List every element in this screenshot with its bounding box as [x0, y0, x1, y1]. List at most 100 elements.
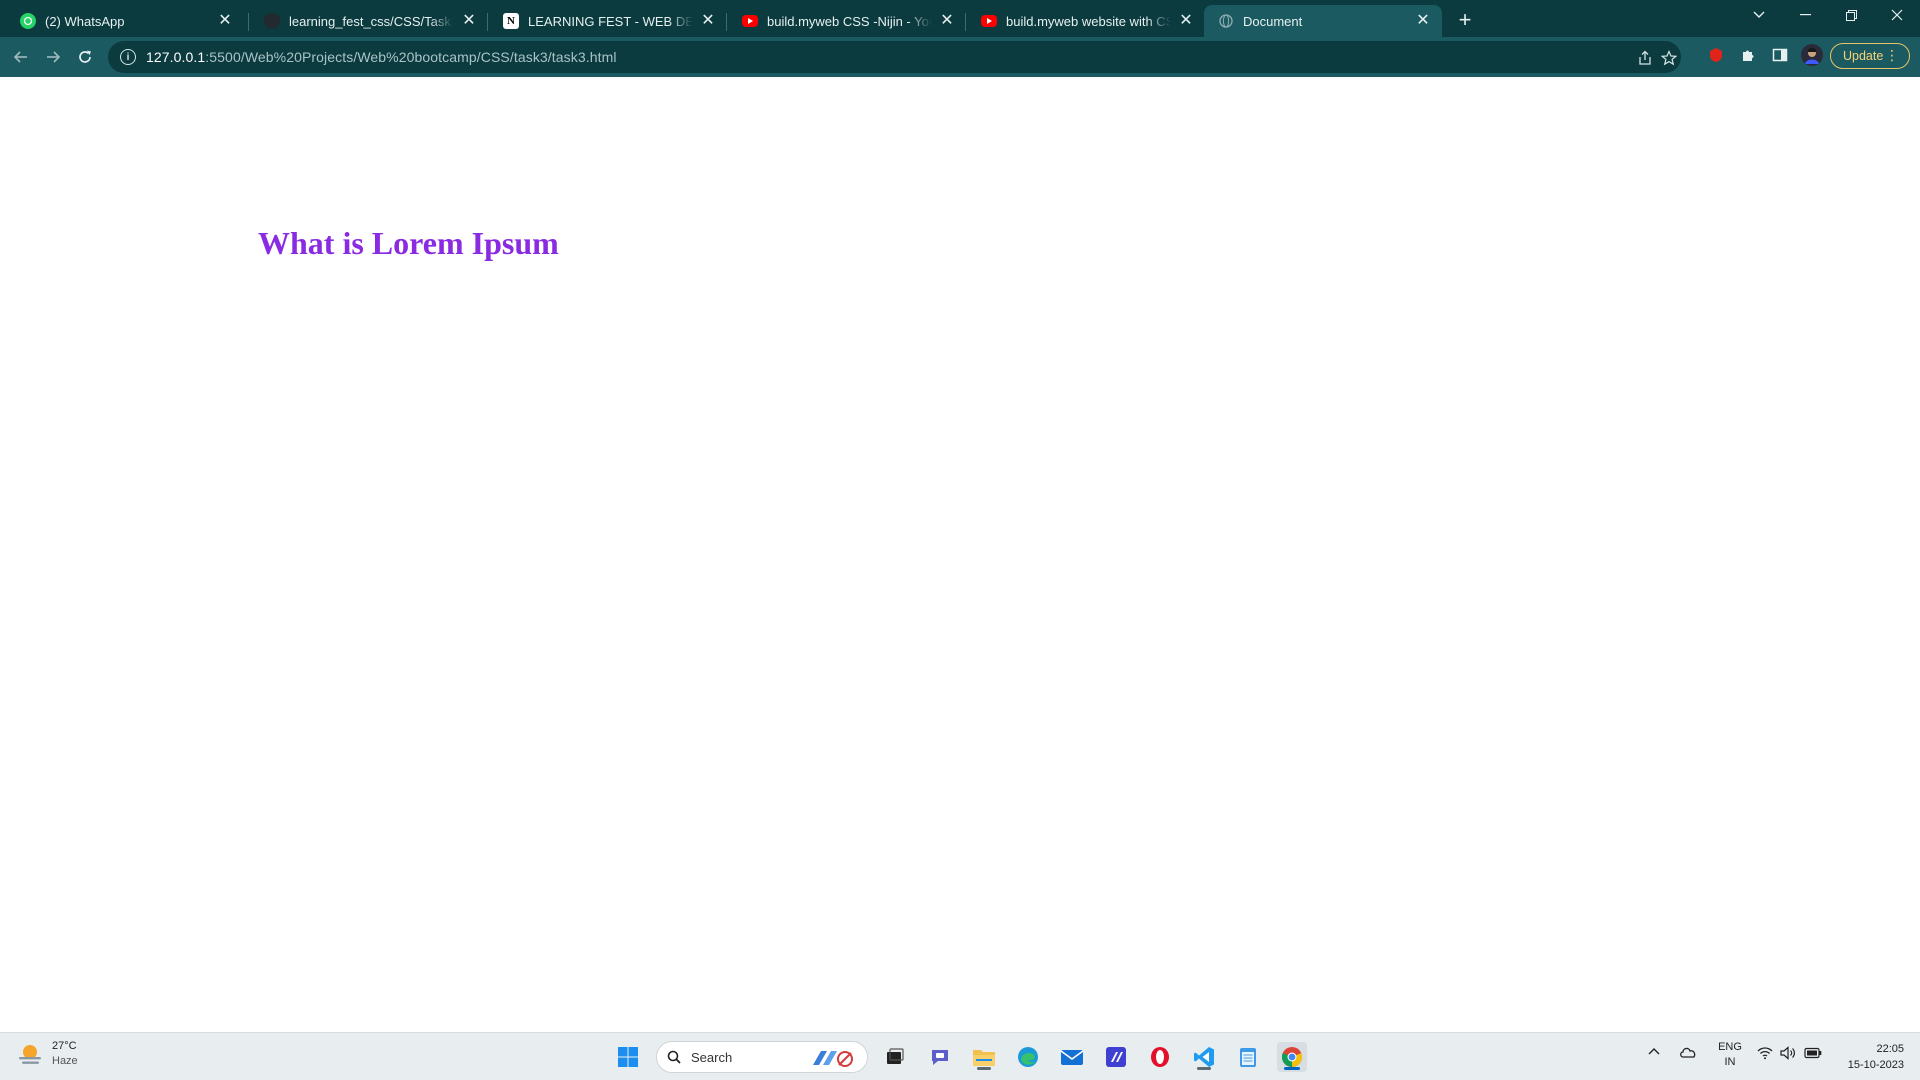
tab-divider [487, 13, 488, 31]
tab-notion[interactable]: N LEARNING FEST - WEB DEVELOP ✕ [489, 5, 727, 37]
forward-button[interactable] [40, 44, 66, 70]
search-icon [667, 1050, 681, 1064]
extensions-puzzle-icon[interactable] [1738, 45, 1758, 65]
tab-title: Document [1243, 13, 1303, 29]
close-tab-icon[interactable]: ✕ [938, 12, 956, 30]
battery-icon[interactable] [1804, 1047, 1822, 1062]
arrow-left-icon [13, 51, 27, 63]
teams-chat-button[interactable] [925, 1042, 955, 1072]
youtube-icon [981, 15, 997, 27]
tab-title: (2) WhatsApp [45, 13, 125, 29]
notepad-button[interactable] [1233, 1042, 1263, 1072]
chevron-up-icon [1648, 1048, 1660, 1055]
whatsapp-icon [20, 13, 36, 29]
search-placeholder: Search [691, 1049, 733, 1065]
vscode-icon [1194, 1047, 1214, 1067]
url-host: 127.0.0.1 [146, 49, 206, 65]
windows-start-button[interactable] [613, 1042, 643, 1072]
running-indicator [977, 1067, 991, 1070]
chrome-icon [1281, 1047, 1303, 1067]
vscode-button[interactable] [1189, 1042, 1219, 1072]
active-app-indicator [1284, 1067, 1300, 1070]
more-menu-icon[interactable]: ⋮ [1885, 48, 1899, 62]
tab-document[interactable]: Document ✕ [1204, 5, 1442, 37]
edge-button[interactable] [1013, 1042, 1043, 1072]
language-indicator[interactable]: ENG IN [1716, 1040, 1744, 1070]
visual-studio-button[interactable] [1101, 1042, 1131, 1072]
close-icon [1891, 9, 1903, 21]
browser-toolbar: i 127.0.0.1:5500/Web%20Projects/Web%20bo… [0, 37, 1920, 77]
tab-github[interactable]: learning_fest_css/CSS/Task1/task ✕ [250, 5, 488, 37]
new-tab-button[interactable]: + [1453, 7, 1477, 32]
show-hidden-icons-button[interactable] [1648, 1046, 1660, 1058]
clock-date: 15-10-2023 [1847, 1059, 1904, 1071]
running-indicator [1197, 1067, 1211, 1070]
tab-divider [965, 13, 966, 31]
wifi-icon[interactable] [1757, 1046, 1773, 1063]
taskbar-clock[interactable]: 22:05 15-10-2023 [1830, 1041, 1904, 1073]
reload-button[interactable] [72, 44, 98, 70]
close-tab-icon[interactable]: ✕ [216, 12, 234, 30]
chevron-down-icon [1753, 11, 1765, 18]
opera-button[interactable] [1145, 1042, 1175, 1072]
weather-widget[interactable]: 27°C Haze [16, 1039, 78, 1069]
weather-temp: 27°C [52, 1040, 77, 1052]
task-view-button[interactable] [880, 1042, 910, 1072]
onedrive-sync-icon[interactable] [1679, 1045, 1697, 1062]
tab-youtube-1[interactable]: build.myweb CSS -Nijin - YouTub ✕ [728, 5, 966, 37]
update-button[interactable]: Update ⋮ [1830, 43, 1910, 69]
site-info-icon[interactable]: i [120, 49, 136, 65]
close-tab-icon[interactable]: ✕ [699, 12, 717, 30]
url-path: :5500/Web%20Projects/Web%20bootcamp/CSS/… [205, 49, 617, 65]
volume-icon[interactable] [1780, 1046, 1796, 1063]
file-explorer-button[interactable] [969, 1042, 999, 1072]
clock-time: 22:05 [1876, 1043, 1904, 1055]
minimize-icon [1799, 14, 1811, 16]
close-tab-icon[interactable]: ✕ [1414, 12, 1432, 30]
tab-whatsapp[interactable]: (2) WhatsApp ✕ [6, 5, 244, 37]
profile-avatar[interactable] [1801, 44, 1823, 66]
region-code: IN [1724, 1056, 1736, 1068]
youtube-icon [742, 15, 758, 27]
tab-title: learning_fest_css/CSS/Task1/task [289, 13, 454, 29]
close-window-button[interactable] [1874, 0, 1920, 30]
windows-taskbar: 27°C Haze Search ENG IN 22:05 15-10-2023 [0, 1032, 1920, 1080]
back-button[interactable] [8, 44, 34, 70]
tab-divider [726, 13, 727, 31]
extension-red-icon[interactable] [1706, 45, 1726, 65]
edge-icon [1018, 1047, 1038, 1067]
tab-youtube-2[interactable]: build.myweb website with CSS - ✕ [967, 5, 1205, 37]
close-tab-icon[interactable]: ✕ [460, 12, 478, 30]
url-text[interactable]: 127.0.0.1:5500/Web%20Projects/Web%20boot… [146, 49, 617, 65]
update-label: Update [1843, 49, 1884, 63]
notepad-icon [1240, 1048, 1256, 1067]
search-highlight-icon [809, 1047, 855, 1074]
opera-icon [1151, 1047, 1169, 1067]
arrow-right-icon [47, 51, 61, 63]
address-bar[interactable]: i 127.0.0.1:5500/Web%20Projects/Web%20bo… [108, 41, 1681, 73]
teams-chat-icon [932, 1050, 948, 1065]
bookmark-star-icon[interactable] [1660, 49, 1678, 67]
side-panel-icon[interactable] [1770, 45, 1790, 65]
mail-button[interactable] [1057, 1042, 1087, 1072]
chrome-button[interactable] [1277, 1042, 1307, 1072]
tab-title: LEARNING FEST - WEB DEVELOP [528, 13, 693, 29]
visual-studio-icon [1106, 1047, 1126, 1067]
page-viewport: What is Lorem Ipsum [0, 77, 1920, 1032]
reload-icon [79, 50, 91, 63]
share-icon[interactable] [1636, 49, 1654, 67]
tab-search-button[interactable] [1736, 0, 1782, 30]
taskbar-search[interactable]: Search [656, 1041, 868, 1073]
globe-icon [1218, 13, 1234, 29]
weather-condition: Haze [52, 1055, 78, 1067]
minimize-button[interactable] [1782, 0, 1828, 30]
tab-title: build.myweb CSS -Nijin - YouTub [767, 13, 932, 29]
language-code: ENG [1718, 1041, 1742, 1053]
github-icon [264, 13, 280, 29]
browser-tab-strip: (2) WhatsApp ✕ learning_fest_css/CSS/Tas… [0, 0, 1920, 37]
restore-icon [1845, 9, 1857, 21]
restore-button[interactable] [1828, 0, 1874, 30]
close-tab-icon[interactable]: ✕ [1177, 12, 1195, 30]
mail-icon [1060, 1050, 1084, 1065]
file-explorer-icon [973, 1050, 995, 1066]
